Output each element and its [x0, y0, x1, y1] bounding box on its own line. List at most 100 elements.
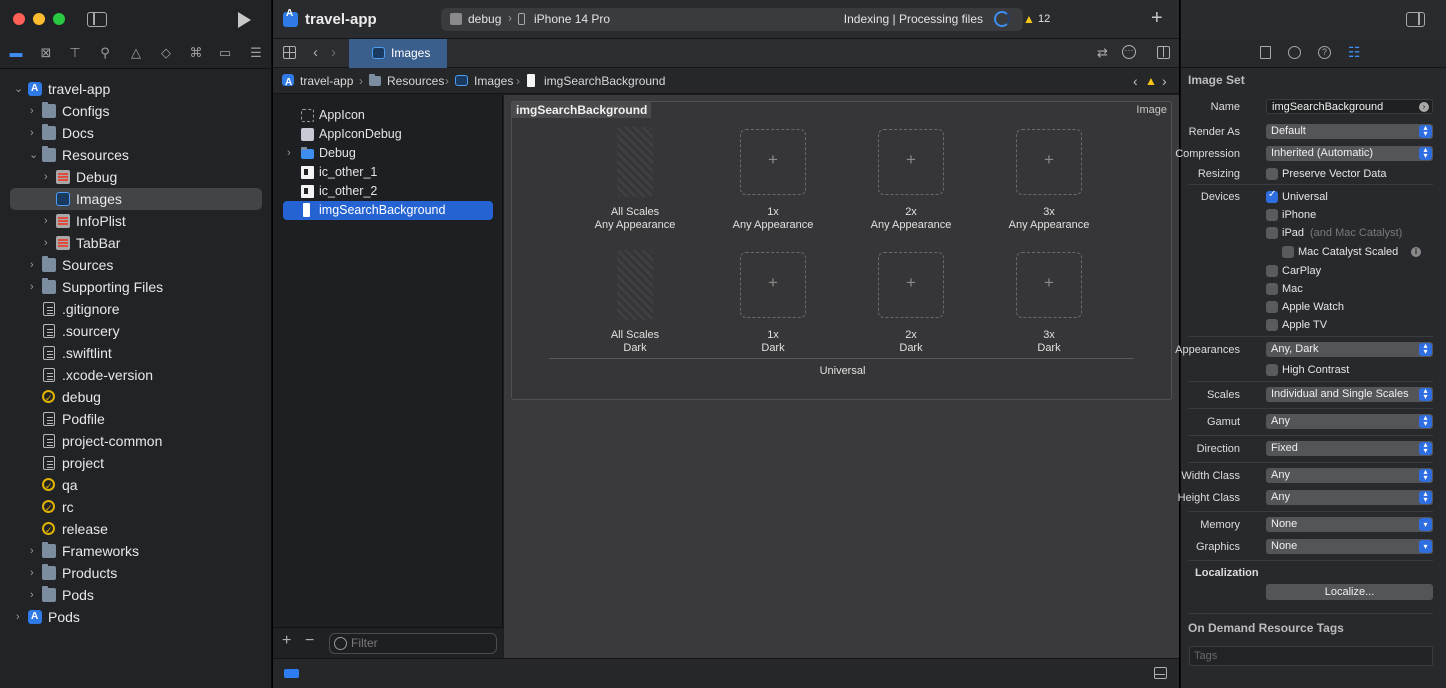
- history-icon[interactable]: [1288, 46, 1301, 59]
- test-icon[interactable]: ◇: [158, 45, 174, 61]
- tree-item-images[interactable]: Images: [10, 188, 262, 210]
- width-class-popup[interactable]: Any ▴ ▾: [1266, 468, 1433, 483]
- grid-icon[interactable]: [283, 46, 296, 59]
- image-preview-all-scales[interactable]: [617, 127, 653, 197]
- attributes-icon[interactable]: ☷: [1348, 44, 1361, 61]
- ipad-checkbox[interactable]: [1266, 227, 1278, 239]
- tree-item-supporting-files[interactable]: › Supporting Files: [0, 276, 272, 298]
- source-control-icon[interactable]: ⊠: [38, 45, 54, 61]
- sidebar-toggle-icon[interactable]: [87, 12, 107, 27]
- name-field[interactable]: imgSearchBackground ›: [1266, 99, 1433, 114]
- search-icon[interactable]: ⚲: [97, 45, 113, 61]
- image-well-3x[interactable]: [1016, 129, 1082, 195]
- scheme-selector[interactable]: debug: [468, 12, 501, 26]
- tree-item-configs[interactable]: › Configs: [0, 100, 272, 122]
- disclosure-icon[interactable]: ›: [287, 144, 291, 163]
- tree-item-project-common[interactable]: project-common: [0, 430, 272, 452]
- debug-icon[interactable]: ⌘: [188, 45, 204, 61]
- zoom-window-button[interactable]: [53, 13, 65, 25]
- memory-popup[interactable]: None ▾: [1266, 517, 1433, 532]
- asset-item-appicondebug[interactable]: AppIconDebug: [283, 125, 493, 144]
- image-well-1x-dark[interactable]: [740, 252, 806, 318]
- debug-area-toggle-icon[interactable]: [284, 669, 299, 678]
- device-selector[interactable]: iPhone 14 Pro: [534, 12, 610, 26]
- tree-item-docs[interactable]: › Docs: [0, 122, 272, 144]
- height-class-popup[interactable]: Any ▴ ▾: [1266, 490, 1433, 505]
- direction-popup[interactable]: Fixed ▴ ▾: [1266, 441, 1433, 456]
- carplay-checkbox[interactable]: [1266, 265, 1278, 277]
- tree-item-sources[interactable]: › Sources: [0, 254, 272, 276]
- tree-item-sourcery[interactable]: .sourcery: [0, 320, 272, 342]
- hierarchy-icon[interactable]: ⊤: [67, 45, 83, 61]
- appearances-popup[interactable]: Any, Dark ▴ ▾: [1266, 342, 1433, 357]
- localize-button[interactable]: Localize...: [1266, 584, 1433, 600]
- asset-item-ic-other-2[interactable]: ic_other_2: [283, 182, 493, 201]
- minimize-window-button[interactable]: [33, 13, 45, 25]
- folder-icon[interactable]: ▬: [8, 45, 24, 61]
- back-icon[interactable]: ‹: [313, 44, 318, 61]
- tree-item-gitignore[interactable]: .gitignore: [0, 298, 272, 320]
- tree-item-debug-config[interactable]: debug: [0, 386, 272, 409]
- image-well-2x[interactable]: [878, 129, 944, 195]
- breadcrumb-item-image-set[interactable]: imgSearchBackground: [544, 68, 665, 94]
- tree-item-release[interactable]: release: [0, 518, 272, 541]
- tree-item-rc[interactable]: rc: [0, 496, 272, 519]
- compression-popup[interactable]: Inherited (Automatic) ▴ ▾: [1266, 146, 1433, 161]
- tree-item-swiftlint[interactable]: .swiftlint: [0, 342, 272, 364]
- info-icon[interactable]: i: [1411, 247, 1421, 257]
- warning-icon[interactable]: ▲: [1145, 68, 1157, 94]
- tree-item-frameworks[interactable]: › Frameworks: [0, 540, 272, 562]
- tree-item-resources[interactable]: ⌄ Resources: [0, 144, 272, 166]
- image-well-3x-dark[interactable]: [1016, 252, 1082, 318]
- tab-images[interactable]: Images: [349, 39, 447, 68]
- tree-item-products[interactable]: › Products: [0, 562, 272, 584]
- report-icon[interactable]: ☰: [248, 45, 264, 61]
- issue-icon[interactable]: △: [128, 45, 144, 61]
- filter-input[interactable]: Filter: [329, 633, 497, 654]
- apple-watch-checkbox[interactable]: [1266, 301, 1278, 313]
- add-icon[interactable]: +: [1151, 8, 1163, 28]
- tree-item-project[interactable]: project: [0, 452, 272, 474]
- breadcrumb-item-resources[interactable]: Resources: [387, 68, 444, 94]
- swap-icon[interactable]: ⇄: [1097, 45, 1108, 61]
- high-contrast-checkbox[interactable]: [1266, 364, 1278, 376]
- iphone-checkbox[interactable]: [1266, 209, 1278, 221]
- tree-item-qa[interactable]: qa: [0, 474, 272, 497]
- image-preview-all-scales-dark[interactable]: [617, 250, 653, 320]
- tree-item-pods-project[interactable]: › Pods: [0, 606, 272, 628]
- more-options-icon[interactable]: ···: [1122, 45, 1136, 59]
- asset-item-ic-other-1[interactable]: ic_other_1: [283, 163, 493, 182]
- tree-item-infoplist[interactable]: › InfoPlist: [0, 210, 272, 232]
- previous-issue-icon[interactable]: ‹: [1133, 68, 1138, 94]
- run-icon[interactable]: [238, 12, 251, 28]
- asset-item-appicon[interactable]: AppIcon: [283, 106, 493, 125]
- tree-item-podfile[interactable]: Podfile: [0, 408, 272, 430]
- asset-item-debug-folder[interactable]: › Debug: [283, 144, 493, 163]
- scales-popup[interactable]: Individual and Single Scales ▴ ▾: [1266, 387, 1433, 402]
- arrow-right-icon[interactable]: ›: [1419, 102, 1429, 112]
- inspector-toggle-icon[interactable]: [1406, 12, 1425, 27]
- image-well-2x-dark[interactable]: [878, 252, 944, 318]
- apple-tv-checkbox[interactable]: [1266, 319, 1278, 331]
- breakpoint-icon[interactable]: ▭: [217, 45, 233, 61]
- remove-icon[interactable]: −: [305, 632, 314, 650]
- file-inspector-icon[interactable]: [1260, 46, 1271, 59]
- tree-item-debug-strings[interactable]: › Debug: [0, 166, 272, 188]
- render-as-popup[interactable]: Default ▴ ▾: [1266, 124, 1433, 139]
- mac-checkbox[interactable]: [1266, 283, 1278, 295]
- warning-count[interactable]: 12: [1038, 13, 1050, 25]
- gamut-popup[interactable]: Any ▴ ▾: [1266, 414, 1433, 429]
- asset-item-imgsearchbackground[interactable]: imgSearchBackground: [283, 201, 493, 220]
- tree-item-pods-folder[interactable]: › Pods: [0, 584, 272, 606]
- universal-checkbox[interactable]: [1266, 189, 1278, 203]
- close-window-button[interactable]: [13, 13, 25, 25]
- help-icon[interactable]: ?: [1318, 46, 1331, 59]
- add-icon[interactable]: +: [282, 632, 291, 650]
- mac-catalyst-scaled-checkbox[interactable]: [1282, 246, 1294, 258]
- panel-toggle-icon[interactable]: [1154, 667, 1167, 679]
- tree-item-xcode-version[interactable]: .xcode-version: [0, 364, 272, 386]
- warning-icon[interactable]: ▲: [1023, 12, 1035, 26]
- split-editor-icon[interactable]: [1157, 46, 1170, 59]
- breadcrumb-item-project[interactable]: travel-app: [300, 68, 353, 94]
- graphics-popup[interactable]: None ▾: [1266, 539, 1433, 554]
